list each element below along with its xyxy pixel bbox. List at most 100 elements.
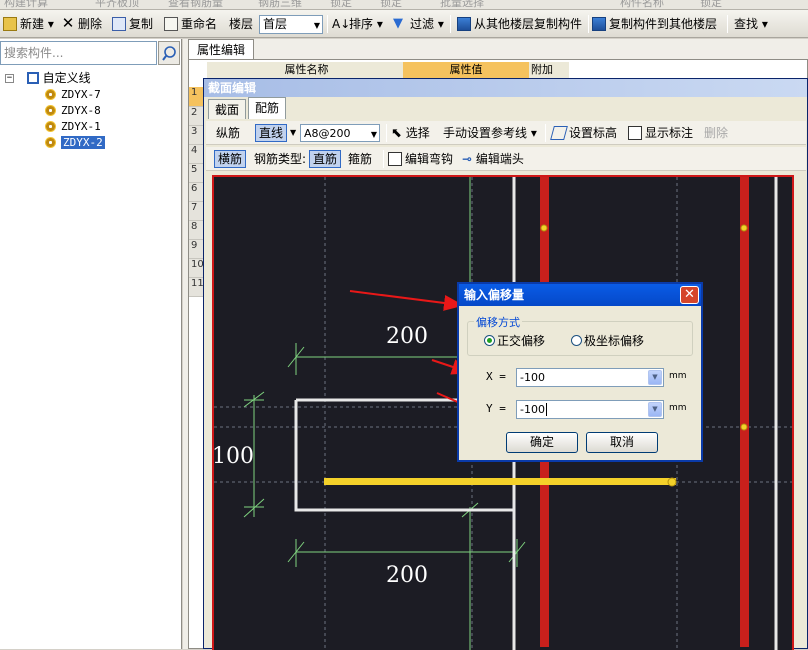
x-label: X = <box>486 370 506 383</box>
cursor-icon: ⬉ <box>391 126 402 141</box>
tree-item-selected[interactable]: ZDYX-2 <box>45 135 105 151</box>
show-label-button[interactable]: 显示标注 <box>628 124 693 142</box>
tree-item[interactable]: ZDYX-1 <box>45 119 101 135</box>
component-panel: 搜索构件... − 自定义线 ZDYX-7 ZDYX-8 ZDYX-1 ZDYX… <box>0 39 182 649</box>
close-icon[interactable]: ✕ <box>680 286 699 304</box>
delete-label: 删除 <box>78 17 103 31</box>
toolbar-divider <box>386 124 387 142</box>
edit-hook-label: 编辑弯钩 <box>405 152 454 166</box>
floor-select[interactable]: 首层 ▼ <box>259 15 323 34</box>
copy-label: 复制 <box>129 17 154 31</box>
offset-mode-label: 偏移方式 <box>474 314 522 330</box>
top-strip-item[interactable]: 平齐板顶 <box>95 0 139 9</box>
line-dropdown-icon[interactable]: ▼ <box>290 124 296 142</box>
set-elevation-label: 设置标高 <box>569 126 618 140</box>
top-strip-item[interactable]: 查看钢筋量 <box>168 0 223 9</box>
col-value-header[interactable]: 属性值 <box>403 62 529 78</box>
edit-end-label: 编辑端头 <box>475 152 524 166</box>
rename-icon <box>164 16 178 31</box>
x-offset-value: -100 <box>520 371 545 384</box>
dim-label-left: 100 <box>214 444 254 469</box>
top-strip-item[interactable]: 锁定 <box>330 0 352 9</box>
top-strip-item[interactable]: 锁定 <box>380 0 402 9</box>
top-strip-item[interactable]: 锁定 <box>700 0 722 9</box>
spec-select[interactable]: A8@200 ▼ <box>300 124 380 142</box>
dialog-title[interactable]: 输入偏移量 <box>459 284 701 306</box>
x-offset-input[interactable]: -100 ▼ <box>516 368 664 387</box>
copy-to-floor-button[interactable]: 复制构件到其他楼层 <box>592 14 717 34</box>
floor-value: 首层 <box>263 17 288 31</box>
tab-section[interactable]: 截面 <box>208 99 247 119</box>
chevron-down-icon: ▼ <box>313 21 320 30</box>
tree-item[interactable]: ZDYX-8 <box>45 103 101 119</box>
select-button[interactable]: ⬉ 选择 <box>391 124 430 142</box>
component-icon <box>45 88 56 100</box>
stirrup-button[interactable]: 箍筋 <box>348 150 372 168</box>
straight-bar-button[interactable]: 直筋 <box>309 150 342 168</box>
radio-polar[interactable]: 极坐标偏移 <box>571 332 644 349</box>
sort-button[interactable]: A↓排序 ▾ <box>332 14 383 34</box>
editor-title[interactable]: 截面编辑 <box>204 79 807 97</box>
line-button[interactable]: 直线 <box>255 124 288 142</box>
bar-end-icon: ⊸ <box>462 152 473 166</box>
tree-item-label: ZDYX-8 <box>61 104 101 117</box>
tree-item-label: ZDYX-7 <box>61 88 101 101</box>
filter-label: 过滤 <box>410 17 435 31</box>
top-menu-strip: 构建计算 平齐板顶 查看钢筋量 钢筋三维 锁定 锁定 批量选择 构件名称 锁定 <box>0 0 808 10</box>
tab-reinforcement[interactable]: 配筋 <box>248 97 287 119</box>
set-elevation-button[interactable]: 设置标高 <box>550 124 618 142</box>
y-unit: mm <box>669 403 687 413</box>
col-name-header[interactable]: 属性名称 <box>207 62 407 78</box>
new-label: 新建 <box>20 17 45 31</box>
edit-hook-button[interactable]: 编辑弯钩 <box>388 150 453 168</box>
tab-property-edit[interactable]: 属性编辑 <box>188 39 255 59</box>
tree-item-label: ZDYX-1 <box>61 120 101 133</box>
ok-button[interactable]: 确定 <box>506 432 578 453</box>
toolbar-divider <box>327 15 328 33</box>
find-button[interactable]: 查找 ▾ <box>734 14 768 34</box>
delete-icon: ✕ <box>61 13 75 32</box>
toolbar-divider <box>450 15 451 33</box>
tree-root-label: 自定义线 <box>42 71 91 85</box>
search-input[interactable]: 搜索构件... <box>0 41 157 65</box>
y-label: Y = <box>486 402 506 415</box>
toolbar-divider <box>545 124 546 142</box>
delete-button[interactable]: ✕ 删除 <box>61 14 102 34</box>
top-strip-item[interactable]: 批量选择 <box>440 0 484 9</box>
transverse-button[interactable]: 横筋 <box>214 150 247 168</box>
custom-line-icon <box>26 72 39 84</box>
edit-end-button[interactable]: ⊸ 编辑端头 <box>462 150 524 168</box>
copy-button[interactable]: 复制 <box>112 14 153 34</box>
component-icon <box>45 104 56 116</box>
y-offset-value: -100 <box>520 403 545 416</box>
find-label: 查找 <box>734 17 759 31</box>
tree-root[interactable]: − 自定义线 <box>5 70 91 86</box>
top-strip-item[interactable]: 钢筋三维 <box>258 0 302 9</box>
chevron-down-icon[interactable]: ▼ <box>648 370 662 385</box>
cancel-button[interactable]: 取消 <box>586 432 658 453</box>
delete-rebar-button[interactable]: 删除 <box>704 124 728 142</box>
manual-ref-label: 手动设置参考线 <box>443 126 528 140</box>
search-icon <box>162 46 176 61</box>
copy-from-floor-button[interactable]: 从其他楼层复制构件 <box>457 14 582 34</box>
y-offset-input[interactable]: -100 ▼ <box>516 400 664 419</box>
longitudinal-button[interactable]: 纵筋 <box>216 124 240 142</box>
col-extra-header[interactable]: 附加 <box>529 62 569 78</box>
rename-button[interactable]: 重命名 <box>164 14 217 34</box>
component-icon <box>45 120 56 132</box>
chevron-down-icon[interactable]: ▼ <box>648 402 662 417</box>
collapse-icon[interactable]: − <box>5 73 14 83</box>
label-icon <box>628 125 642 140</box>
tree-item-label: ZDYX-2 <box>61 136 105 149</box>
copy-from-floor-label: 从其他楼层复制构件 <box>474 17 583 31</box>
manual-ref-line-button[interactable]: 手动设置参考线 ▾ <box>443 124 537 142</box>
search-button[interactable] <box>158 41 180 65</box>
top-strip-item[interactable]: 构建计算 <box>4 0 48 9</box>
radio-ortho[interactable]: 正交偏移 <box>484 332 545 349</box>
new-button[interactable]: 新建 ▾ <box>3 14 54 34</box>
radio-selected-icon <box>484 335 495 346</box>
tree-item[interactable]: ZDYX-7 <box>45 87 101 103</box>
filter-button[interactable]: ▼ 过滤 ▾ <box>393 14 444 34</box>
top-strip-item[interactable]: 构件名称 <box>620 0 664 9</box>
sort-label: 排序 <box>349 17 374 31</box>
